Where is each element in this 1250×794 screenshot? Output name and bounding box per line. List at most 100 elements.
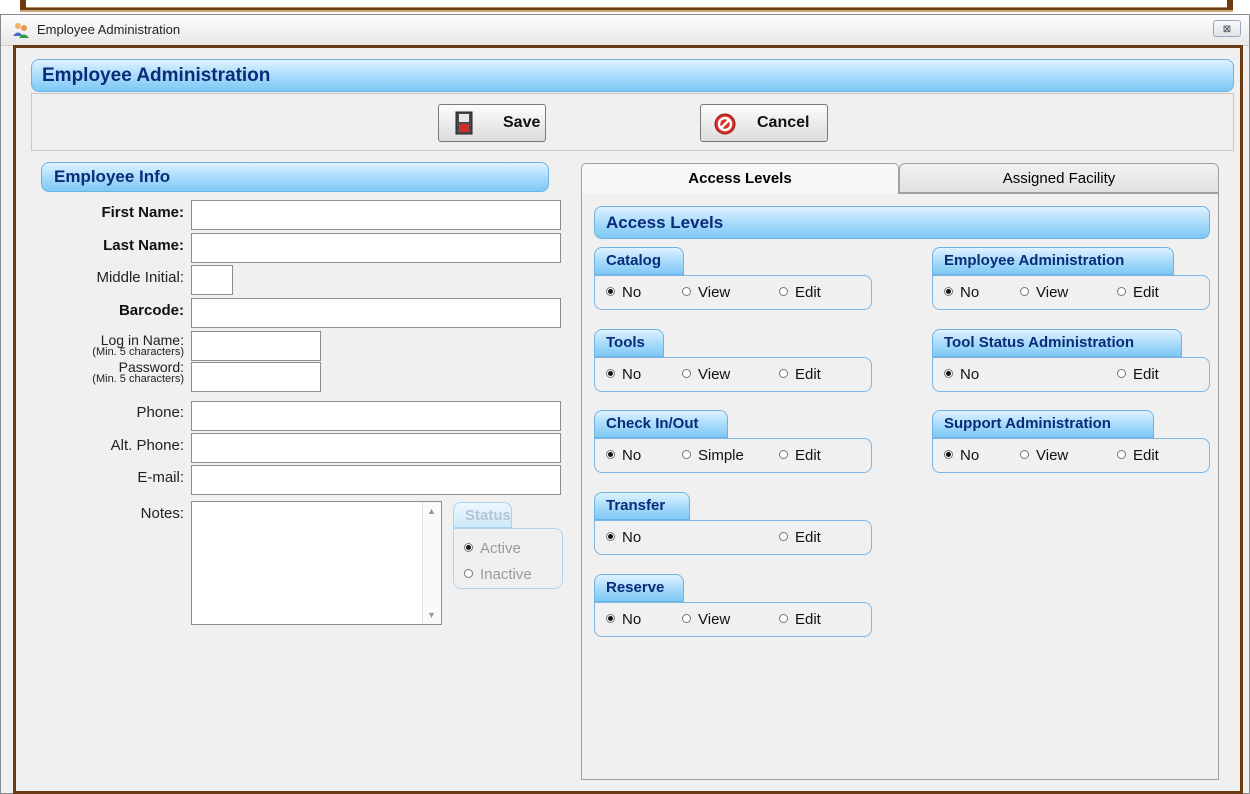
radio-unselected-icon: [779, 287, 788, 296]
alt-phone-label: Alt. Phone:: [110, 437, 184, 454]
tools-no-label: No: [622, 366, 642, 383]
first-name-label: First Name:: [101, 204, 184, 221]
support-admin-view-radio[interactable]: View: [1020, 447, 1068, 464]
first-name-input[interactable]: [191, 200, 561, 230]
login-name-note: (Min. 5 characters): [92, 346, 184, 358]
notes-label: Notes:: [140, 505, 184, 522]
title-bar[interactable]: Employee Administration ⊠: [1, 15, 1249, 46]
content-frame: Employee Administration Save Cancel Empl…: [13, 45, 1243, 794]
checkinout-edit-label: Edit: [795, 447, 821, 464]
last-name-input[interactable]: [191, 233, 561, 263]
support-admin-edit-radio[interactable]: Edit: [1117, 447, 1159, 464]
notes-scrollbar[interactable]: ▲ ▼: [422, 502, 441, 624]
radio-unselected-icon: [682, 287, 691, 296]
radio-unselected-icon: [1117, 369, 1126, 378]
tab-assigned-facility[interactable]: Assigned Facility: [899, 163, 1219, 193]
catalog-view-radio[interactable]: View: [682, 284, 730, 301]
catalog-edit-radio[interactable]: Edit: [779, 284, 821, 301]
support-admin-view-label: View: [1036, 447, 1069, 464]
tool-status-administration-group-title: Tool Status Administration: [932, 329, 1182, 357]
notes-textarea[interactable]: ▲ ▼: [191, 501, 442, 625]
scroll-down-icon[interactable]: ▼: [427, 610, 436, 620]
checkinout-edit-radio[interactable]: Edit: [779, 447, 821, 464]
cancel-button[interactable]: Cancel: [700, 104, 828, 142]
reserve-no-radio[interactable]: No: [606, 611, 641, 628]
radio-selected-icon: [944, 287, 953, 296]
email-label: E-mail:: [137, 469, 184, 486]
tool-status-no-label: No: [960, 366, 980, 383]
employee-admin-window: Employee Administration ⊠ Employee Admin…: [0, 14, 1250, 794]
radio-unselected-icon: [1020, 450, 1029, 459]
phone-input[interactable]: [191, 401, 561, 431]
support-administration-group-title: Support Administration: [932, 410, 1154, 438]
radio-unselected-icon: [1117, 450, 1126, 459]
tool-status-no-radio[interactable]: No: [944, 366, 979, 383]
tools-view-label: View: [698, 366, 731, 383]
phone-label: Phone:: [136, 404, 184, 421]
tools-group: Tools No View Edit: [594, 329, 874, 404]
radio-selected-icon: [944, 450, 953, 459]
tools-view-radio[interactable]: View: [682, 366, 730, 383]
reserve-view-radio[interactable]: View: [682, 611, 730, 628]
toolbar: Save Cancel: [31, 93, 1234, 151]
radio-selected-icon: [606, 450, 615, 459]
radio-selected-icon: [606, 614, 615, 623]
access-tabs-panel: Access Levels Assigned Facility Access L…: [579, 163, 1219, 780]
middle-initial-input[interactable]: [191, 265, 233, 295]
close-window-button[interactable]: ⊠: [1213, 20, 1241, 37]
transfer-edit-radio[interactable]: Edit: [779, 529, 821, 546]
employee-admin-edit-label: Edit: [1133, 284, 1159, 301]
tools-edit-radio[interactable]: Edit: [779, 366, 821, 383]
radio-unselected-icon: [464, 569, 473, 578]
employee-admin-edit-radio[interactable]: Edit: [1117, 284, 1159, 301]
tool-status-edit-label: Edit: [1133, 366, 1159, 383]
tool-status-edit-radio[interactable]: Edit: [1117, 366, 1159, 383]
radio-unselected-icon: [779, 532, 788, 541]
reserve-group: Reserve No View Edit: [594, 574, 874, 649]
tools-group-title: Tools: [594, 329, 664, 357]
barcode-input[interactable]: [191, 298, 561, 328]
login-name-input[interactable]: [191, 331, 321, 361]
status-group: Status Active Inactive: [453, 502, 565, 592]
barcode-label: Barcode:: [118, 302, 184, 319]
tab-access-levels[interactable]: Access Levels: [581, 163, 899, 194]
floppy-disk-icon: [455, 111, 473, 135]
tools-no-radio[interactable]: No: [606, 366, 641, 383]
radio-unselected-icon: [779, 369, 788, 378]
reserve-edit-radio[interactable]: Edit: [779, 611, 821, 628]
radio-unselected-icon: [1117, 287, 1126, 296]
status-inactive-radio[interactable]: Inactive: [464, 566, 532, 583]
employees-icon: [13, 23, 29, 38]
checkinout-no-label: No: [622, 447, 642, 464]
status-active-radio[interactable]: Active: [464, 540, 521, 557]
radio-selected-icon: [606, 369, 615, 378]
transfer-edit-label: Edit: [795, 529, 821, 546]
reserve-no-label: No: [622, 611, 642, 628]
cancel-button-label: Cancel: [757, 114, 810, 131]
last-name-label: Last Name:: [103, 237, 184, 254]
email-input[interactable]: [191, 465, 561, 495]
employee-admin-view-radio[interactable]: View: [1020, 284, 1068, 301]
alt-phone-input[interactable]: [191, 433, 561, 463]
transfer-no-radio[interactable]: No: [606, 529, 641, 546]
catalog-edit-label: Edit: [795, 284, 821, 301]
status-inactive-label: Inactive: [480, 566, 532, 583]
checkinout-no-radio[interactable]: No: [606, 447, 641, 464]
scroll-up-icon[interactable]: ▲: [427, 506, 436, 516]
radio-unselected-icon: [779, 614, 788, 623]
checkinout-simple-radio[interactable]: Simple: [682, 447, 744, 464]
transfer-no-label: No: [622, 529, 642, 546]
radio-unselected-icon: [682, 450, 691, 459]
cancel-icon: [714, 113, 736, 135]
transfer-group: Transfer No Edit: [594, 492, 874, 567]
catalog-no-radio[interactable]: No: [606, 284, 641, 301]
middle-initial-label: Middle Initial:: [96, 269, 184, 286]
save-button[interactable]: Save: [438, 104, 546, 142]
window-title: Employee Administration: [37, 22, 181, 37]
support-admin-no-radio[interactable]: No: [944, 447, 979, 464]
radio-selected-icon: [464, 543, 473, 552]
support-admin-edit-label: Edit: [1133, 447, 1159, 464]
employee-admin-no-radio[interactable]: No: [944, 284, 979, 301]
password-input[interactable]: [191, 362, 321, 392]
radio-unselected-icon: [779, 450, 788, 459]
